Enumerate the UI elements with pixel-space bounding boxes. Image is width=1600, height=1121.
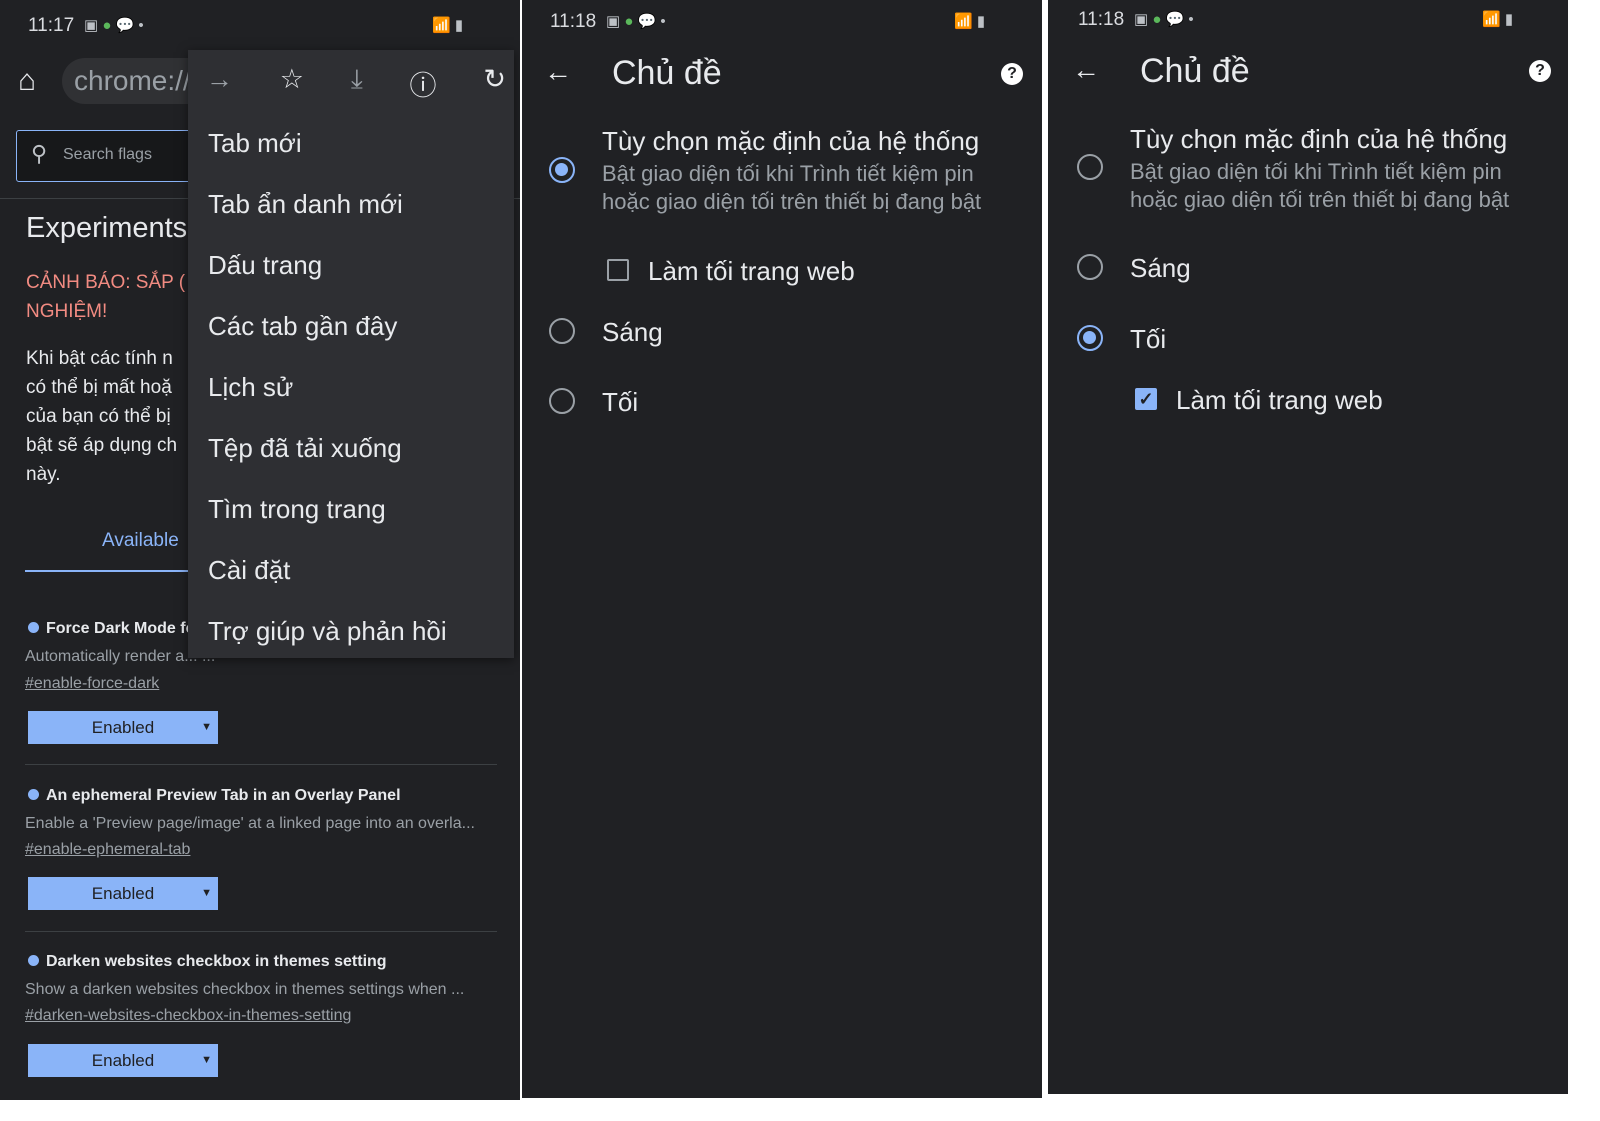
menu-item-incognito-tab[interactable]: Tab ẩn danh mới	[208, 189, 403, 220]
status-time: 11:18	[1078, 9, 1125, 30]
wifi-signal-battery-icon: 📶 ▮	[1482, 11, 1514, 28]
page-title: Experiments	[26, 212, 188, 244]
theme-settings-panel-before: 11:18 ▣ ● 💬 • 📶 ▮ ← Chủ đề ? Tùy chọn mặ…	[522, 0, 1042, 1098]
tab-indicator	[25, 570, 195, 572]
option-light[interactable]: Sáng	[1130, 253, 1191, 284]
help-icon[interactable]: ?	[1529, 60, 1551, 82]
option-system-default[interactable]: Tùy chọn mặc định của hệ thống	[602, 126, 979, 157]
status-time: 11:18	[550, 11, 597, 32]
menu-item-find-in-page[interactable]: Tìm trong trang	[208, 494, 386, 525]
flag-desc: Show a darken websites checkbox in theme…	[25, 981, 465, 998]
flag-link[interactable]: #darken-websites-checkbox-in-themes-sett…	[25, 1007, 351, 1025]
flag-link[interactable]: #enable-force-dark	[25, 675, 159, 693]
star-icon[interactable]: ☆	[280, 64, 304, 100]
menu-item-new-tab[interactable]: Tab mới	[208, 128, 302, 159]
menu-toolbar: → ☆ ⤓ ⓘ ↻	[206, 64, 506, 101]
back-arrow-icon[interactable]: ←	[1072, 54, 1100, 86]
option-system-default[interactable]: Tùy chọn mặc định của hệ thống	[1130, 124, 1507, 155]
option-light[interactable]: Sáng	[602, 317, 663, 348]
dropdown-arrow-icon: ▼	[201, 1054, 212, 1066]
radio-light[interactable]	[549, 318, 575, 344]
label-darken-websites[interactable]: Làm tối trang web	[648, 256, 855, 287]
option-system-desc: Bật giao diện tối khi Trình tiết kiệm pi…	[1130, 159, 1510, 212]
notification-icons: ▣ ● 💬 •	[606, 13, 666, 30]
flag-title: Force Dark Mode fc	[28, 620, 194, 638]
dropdown-arrow-icon: ▼	[201, 721, 212, 733]
option-dark[interactable]: Tối	[1130, 324, 1166, 355]
wifi-signal-battery-icon: 📶 ▮	[432, 17, 464, 34]
download-icon[interactable]: ⤓	[351, 64, 363, 100]
page-title: Chủ đề	[612, 54, 722, 92]
dropdown-arrow-icon: ▼	[201, 887, 212, 899]
tab-available[interactable]: Available	[102, 530, 179, 552]
checkbox-darken-websites[interactable]	[607, 259, 629, 281]
option-dark[interactable]: Tối	[602, 387, 638, 418]
theme-settings-panel-after: 11:18 ▣ ● 💬 • 📶 ▮ ← Chủ đề ? Tùy chọn mặ…	[1048, 0, 1568, 1094]
reload-icon[interactable]: ↻	[483, 64, 506, 100]
search-placeholder: Search flags	[63, 146, 152, 163]
flag-title: Darken websites checkbox in themes setti…	[28, 953, 387, 971]
back-arrow-icon[interactable]: ←	[544, 56, 572, 88]
label-darken-websites[interactable]: Làm tối trang web	[1176, 385, 1383, 416]
warning-text: CẢNH BÁO: SẮP (NGHIỆM!	[26, 272, 186, 322]
checkmark-icon: ✓	[1138, 389, 1154, 409]
flag-title: An ephemeral Preview Tab in an Overlay P…	[28, 787, 401, 805]
menu-item-bookmarks[interactable]: Dấu trang	[208, 250, 322, 281]
radio-system-default[interactable]	[1077, 154, 1103, 180]
search-icon: ⚲	[31, 141, 48, 166]
overflow-menu: → ☆ ⤓ ⓘ ↻ Tab mới Tab ẩn danh mới Dấu tr…	[188, 50, 514, 658]
menu-item-downloads[interactable]: Tệp đã tải xuống	[208, 433, 402, 464]
info-icon[interactable]: ⓘ	[410, 64, 437, 101]
intro-text: Khi bật các tính n có thể bị mất hoặ của b…	[26, 348, 178, 485]
notification-icons: ▣ ● 💬 •	[1134, 11, 1194, 28]
notification-icons: ▣ ● 💬 •	[84, 17, 144, 34]
radio-dark[interactable]	[549, 388, 575, 414]
menu-item-help-feedback[interactable]: Trợ giúp và phản hồi	[208, 616, 447, 647]
menu-item-history[interactable]: Lịch sử	[208, 372, 293, 403]
flag-select[interactable]: Enabled ▼	[28, 711, 218, 744]
option-system-desc: Bật giao diện tối khi Trình tiết kiệm pi…	[602, 161, 982, 214]
radio-system-default[interactable]	[549, 157, 575, 183]
page-title: Chủ đề	[1140, 52, 1250, 90]
forward-icon[interactable]: →	[206, 64, 233, 100]
menu-item-recent-tabs[interactable]: Các tab gần đây	[208, 311, 397, 342]
flag-select[interactable]: Enabled ▼	[28, 877, 218, 910]
radio-dark[interactable]	[1077, 325, 1103, 351]
status-time: 11:17	[28, 15, 75, 36]
chrome-flags-panel: 11:17 ▣ ● 💬 • 📶 ▮ ⌂ chrome:// ⚲ Search f…	[0, 0, 520, 1100]
flag-link[interactable]: #enable-ephemeral-tab	[25, 841, 190, 859]
help-icon[interactable]: ?	[1001, 63, 1023, 85]
home-icon[interactable]: ⌂	[18, 64, 36, 98]
radio-light[interactable]	[1077, 254, 1103, 280]
checkbox-darken-websites[interactable]: ✓	[1135, 388, 1157, 410]
wifi-signal-battery-icon: 📶 ▮	[954, 13, 986, 30]
flag-select[interactable]: Enabled ▼	[28, 1044, 218, 1077]
flag-desc: Enable a 'Preview page/image' at a linke…	[25, 815, 475, 832]
flag-desc: Automatically render a... ...	[25, 648, 216, 665]
menu-item-settings[interactable]: Cài đặt	[208, 555, 290, 586]
